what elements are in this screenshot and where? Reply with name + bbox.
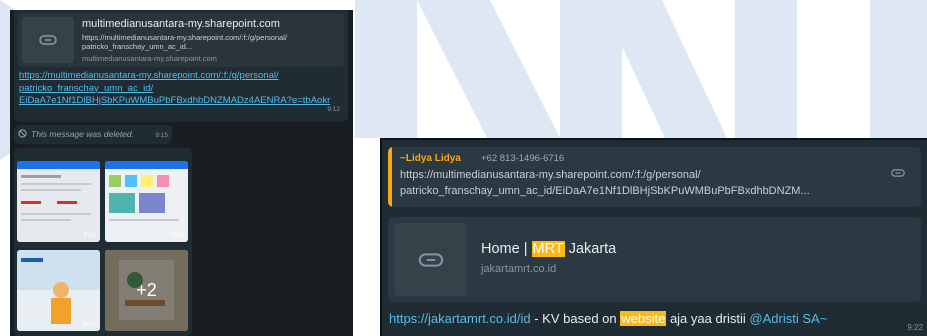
message-time: 9:12 [327, 106, 340, 113]
link-preview-host: jakartamrt.co.id [481, 263, 557, 275]
reply-message-bubble[interactable]: ~Lidya Lidya +62 813-1496-6716 https://m… [382, 140, 927, 336]
image-time: 9:15 [171, 232, 184, 239]
image-time: 9:15 [83, 232, 96, 239]
title-text: Jakarta [564, 241, 617, 257]
image-time: 9:15 [83, 321, 96, 328]
right-chat-panel: ~Lidya Lidya +62 813-1496-6716 https://m… [380, 138, 927, 336]
link-preview-desc-line: patricko_franschay_umn_ac_id... [82, 42, 193, 51]
quoted-message[interactable]: ~Lidya Lidya +62 813-1496-6716 https://m… [388, 147, 921, 207]
message-text-part: - KV based on [530, 311, 621, 326]
link-preview-description: https://multimedianusantara-my.sharepoin… [82, 33, 287, 51]
quoted-text-line: https://multimedianusantara-my.sharepoin… [400, 169, 701, 181]
link-preview-card[interactable]: Home | MRT Jakarta jakartamrt.co.id [388, 217, 921, 302]
quote-accent-bar [388, 147, 392, 207]
link-line[interactable]: EiDaA7e1Nf1DlBHjSbKPuWMBuPbFBxdhbDNZMADz… [19, 95, 330, 108]
left-chat-panel: multimedianusantara-my.sharepoint.com ht… [10, 10, 353, 336]
sharepoint-link[interactable]: https://multimedianusantara-my.sharepoin… [19, 70, 330, 108]
image-thumbnail[interactable]: 9:15 [105, 161, 188, 242]
link-preview-card[interactable]: multimedianusantara-my.sharepoint.com ht… [18, 13, 344, 67]
link-message-bubble[interactable]: multimedianusantara-my.sharepoint.com ht… [14, 10, 348, 122]
message-time: 9:15 [155, 132, 168, 139]
image-album: 9:15 9:15 9:15 +2 [14, 148, 192, 336]
link-line[interactable]: patricko_franschay_umn_ac_id/ [19, 83, 330, 96]
poster-image [17, 250, 100, 331]
link-icon [22, 17, 74, 63]
deleted-message-bubble[interactable]: This message was deleted. 9:15 [14, 125, 172, 144]
link-icon [394, 223, 467, 296]
message-text: https://jakartamrt.co.id/id - KV based o… [389, 311, 827, 326]
jakartamrt-link[interactable]: https://jakartamrt.co.id/id [389, 311, 531, 326]
blocked-icon [18, 129, 27, 138]
more-count-overlay: +2 [105, 250, 188, 331]
image-thumbnail[interactable]: 9:15 [17, 161, 100, 242]
message-time: 9:22 [907, 323, 923, 332]
link-preview-title: Home | MRT Jakarta [481, 241, 616, 257]
link-preview-host: multimedianusantara-my.sharepoint.com [82, 54, 217, 63]
quoted-text: https://multimedianusantara-my.sharepoin… [400, 167, 810, 199]
image-thumbnail[interactable]: 9:15 [17, 250, 100, 331]
screenshot-image [17, 161, 100, 221]
search-highlight: website [620, 311, 667, 326]
message-text-part: aja yaa dristii [666, 311, 750, 326]
link-preview-title: multimedianusantara-my.sharepoint.com [82, 18, 280, 30]
link-line[interactable]: https://multimedianusantara-my.sharepoin… [19, 70, 330, 83]
quoted-sender-phone: +62 813-1496-6716 [481, 153, 565, 164]
quoted-text-line: patricko_franschay_umn_ac_id/EiDaA7e1Nf1… [400, 185, 810, 197]
title-text: Home | [481, 241, 532, 257]
more-images-thumbnail[interactable]: +2 [105, 250, 188, 331]
deleted-message-text: This message was deleted. [31, 129, 134, 139]
link-preview-desc-line: https://multimedianusantara-my.sharepoin… [82, 33, 287, 42]
user-mention[interactable]: @Adristi SA~ [749, 311, 827, 326]
quoted-sender-name: ~Lidya Lidya [400, 153, 461, 164]
search-highlight: MRT [531, 241, 565, 257]
link-icon [891, 169, 905, 177]
screenshot-image [105, 161, 188, 221]
